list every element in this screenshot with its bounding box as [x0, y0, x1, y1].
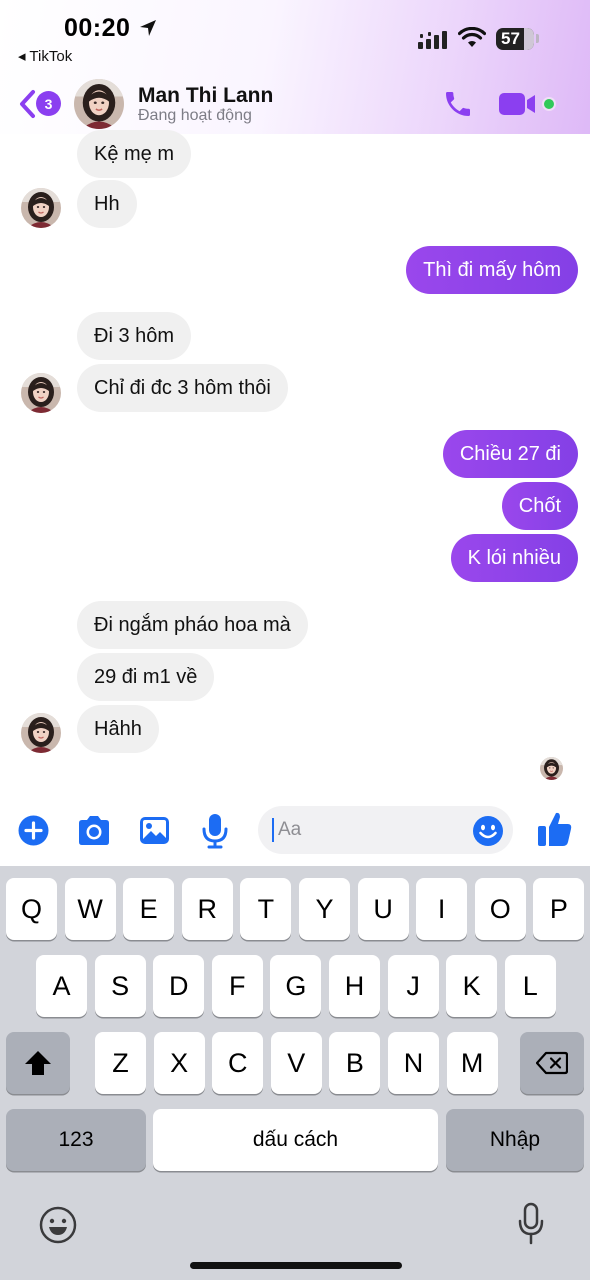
key-w[interactable]: W: [64, 878, 116, 940]
dictation-microphone-icon[interactable]: [518, 1202, 544, 1246]
location-arrow-icon: [140, 20, 156, 36]
phone-call-icon[interactable]: [442, 88, 474, 120]
key-e[interactable]: E: [123, 878, 175, 940]
video-call-icon[interactable]: [498, 90, 538, 118]
key-c[interactable]: C: [212, 1032, 264, 1094]
message-bubble-incoming[interactable]: Đi ngắm pháo hoa mà: [77, 601, 308, 649]
contact-status: Đang hoạt động: [138, 107, 252, 124]
emoji-keyboard-icon[interactable]: [38, 1205, 78, 1245]
sender-avatar[interactable]: [21, 373, 61, 413]
back-to-app-link[interactable]: ◂ TikTok: [18, 47, 72, 65]
key-b[interactable]: B: [329, 1032, 381, 1094]
message-bubble-outgoing[interactable]: Chốt: [501, 482, 578, 530]
online-status-dot: [542, 97, 556, 111]
battery-indicator: 57: [496, 28, 534, 50]
contact-name[interactable]: Man Thi Lann: [138, 84, 273, 108]
key-i[interactable]: I: [416, 878, 468, 940]
shift-key[interactable]: [6, 1032, 70, 1094]
key-j[interactable]: J: [387, 955, 439, 1017]
sender-avatar[interactable]: [21, 713, 61, 753]
key-u[interactable]: U: [357, 878, 409, 940]
numbers-key[interactable]: 123: [6, 1109, 146, 1171]
message-bubble-outgoing[interactable]: Chiều 27 đi: [442, 430, 578, 478]
plus-icon[interactable]: [18, 815, 49, 846]
message-bubble-outgoing[interactable]: K lói nhiều: [450, 534, 578, 582]
key-a[interactable]: A: [36, 955, 87, 1017]
battery-tip: [536, 34, 539, 43]
battery-level: 57: [501, 29, 520, 48]
key-g[interactable]: G: [270, 955, 322, 1017]
message-bubble-incoming[interactable]: Hh: [77, 180, 137, 228]
key-t[interactable]: T: [240, 878, 292, 940]
key-s[interactable]: S: [94, 955, 146, 1017]
camera-icon[interactable]: [76, 815, 112, 846]
message-bubble-incoming[interactable]: Hâhh: [77, 705, 159, 753]
key-r[interactable]: R: [181, 878, 233, 940]
on-screen-keyboard: 123 dấu cách Nhập QWERTYUIOP ASDFGHJKL ZXC…: [0, 866, 590, 1280]
key-f[interactable]: F: [211, 955, 263, 1017]
chat-header: 00:20 ◂ TikTok 57 3 Man Thi Lann Đang ho…: [0, 0, 590, 134]
return-key[interactable]: Nhập: [446, 1109, 584, 1171]
status-time: 00:20: [64, 14, 131, 42]
key-m[interactable]: M: [446, 1032, 498, 1094]
emoji-icon[interactable]: [472, 815, 504, 847]
message-bubble-outgoing[interactable]: Thì đi mấy hôm: [406, 246, 578, 294]
unread-count-badge[interactable]: 3: [36, 91, 61, 116]
backspace-key[interactable]: [520, 1032, 584, 1094]
key-x[interactable]: X: [153, 1032, 205, 1094]
wifi-icon: [458, 27, 486, 47]
seen-receipt-avatar: [540, 757, 563, 780]
sender-avatar[interactable]: [21, 188, 61, 228]
contact-avatar[interactable]: [74, 79, 124, 129]
key-p[interactable]: P: [533, 878, 585, 940]
key-k[interactable]: K: [446, 955, 498, 1017]
key-v[interactable]: V: [270, 1032, 322, 1094]
key-l[interactable]: L: [504, 955, 556, 1017]
like-icon[interactable]: [537, 810, 573, 848]
microphone-icon[interactable]: [201, 813, 229, 849]
space-key[interactable]: dấu cách: [153, 1109, 438, 1171]
message-bubble-incoming[interactable]: Kệ mẹ m: [77, 130, 192, 178]
image-icon[interactable]: [138, 815, 171, 846]
message-bubble-incoming[interactable]: 29 đi m1 về: [77, 653, 215, 701]
message-bubble-incoming[interactable]: Chỉ đi đc 3 hôm thôi: [77, 364, 288, 412]
text-caret: [272, 818, 274, 842]
message-bubble-incoming[interactable]: Đi 3 hôm: [77, 312, 192, 360]
shift-icon: [25, 1051, 51, 1075]
key-o[interactable]: O: [474, 878, 526, 940]
key-h[interactable]: H: [329, 955, 380, 1017]
backspace-icon: [536, 1051, 568, 1075]
key-y[interactable]: Y: [299, 878, 350, 940]
message-input-placeholder: Aa: [278, 819, 302, 840]
back-chevron-icon[interactable]: [16, 88, 38, 120]
key-q[interactable]: Q: [6, 878, 57, 940]
key-n[interactable]: N: [388, 1032, 439, 1094]
battery-empty-segment: [524, 28, 534, 50]
cellular-signal-icon: [418, 31, 447, 49]
home-indicator: [190, 1262, 402, 1269]
key-d[interactable]: D: [153, 955, 205, 1017]
key-z[interactable]: Z: [95, 1032, 146, 1094]
